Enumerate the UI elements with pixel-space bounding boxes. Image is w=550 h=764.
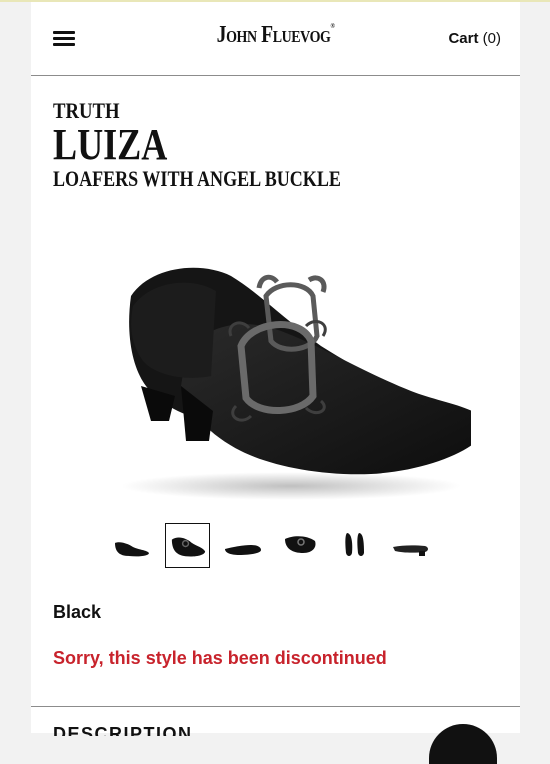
thumbnail-4[interactable]	[277, 523, 321, 567]
hamburger-icon-bar	[53, 43, 75, 46]
discontinued-notice: Sorry, this style has been discontinued	[53, 648, 387, 668]
thumbnail-2[interactable]	[165, 523, 210, 568]
site-header: John Fluevog® Cart (0)	[31, 2, 520, 76]
chat-button[interactable]	[429, 724, 497, 764]
hamburger-icon	[53, 31, 75, 34]
shoe-sole-icon	[393, 545, 428, 556]
product-main-image	[121, 267, 471, 500]
product-subtitle: LOAFERS WITH ANGEL BUCKLE	[53, 166, 341, 191]
color-name: Black	[53, 602, 102, 622]
product-name: LUIZA	[53, 120, 168, 169]
site-logo[interactable]: John Fluevog®	[75, 22, 476, 49]
shoe-side-icon	[115, 542, 149, 557]
thumbnail-3[interactable]	[221, 523, 265, 567]
menu-button[interactable]	[53, 29, 75, 47]
thumbnail-6[interactable]	[389, 523, 433, 567]
section-divider	[31, 706, 520, 707]
cart-count: (0)	[482, 30, 501, 47]
product-titles: TRUTH LUIZA LOAFERS WITH ANGEL BUCKLE	[53, 98, 404, 192]
thumbnail-strip	[109, 523, 442, 569]
cart-label: Cart	[448, 30, 479, 47]
thumbnail-5[interactable]	[333, 523, 377, 567]
shoe-pair-icon	[345, 533, 364, 556]
shoe-front-icon	[285, 536, 316, 553]
cart-link[interactable]: Cart (0)	[448, 30, 501, 47]
logo-text: John Fluevog	[216, 22, 331, 48]
hamburger-icon-bar	[53, 37, 75, 40]
registered-mark: ®	[330, 22, 335, 30]
shoe-angle-icon	[171, 537, 206, 557]
description-heading[interactable]: DESCRIPTION	[53, 724, 193, 736]
shoe-profile-icon	[225, 545, 261, 555]
product-page: John Fluevog® Cart (0) TRUTH LUIZA LOAFE…	[31, 2, 520, 764]
thumbnail-1[interactable]	[109, 523, 153, 567]
